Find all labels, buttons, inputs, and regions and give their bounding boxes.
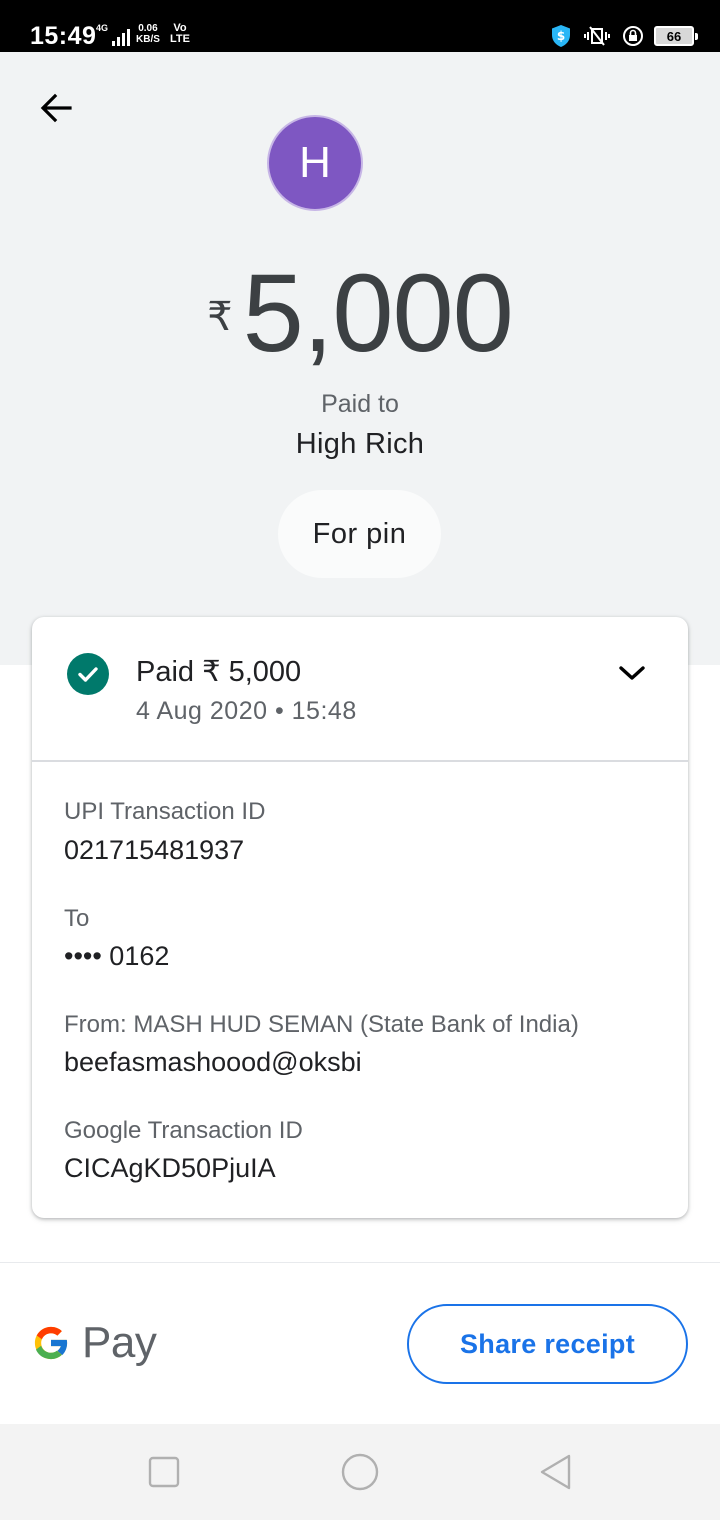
rotation-lock-icon bbox=[623, 26, 643, 46]
currency-symbol: ₹ bbox=[207, 295, 233, 339]
back-button[interactable] bbox=[28, 80, 84, 136]
shield-icon: $ bbox=[552, 25, 570, 47]
status-time: 15:49 bbox=[30, 22, 97, 50]
transaction-card: Paid ₹ 5,000 4 Aug 2020 • 15:48 UPI Tran… bbox=[32, 617, 688, 1218]
volte-bottom: LTE bbox=[170, 33, 190, 45]
network-speed: 0.06 KB/S bbox=[136, 23, 160, 45]
upi-transaction-id-value: 021715481937 bbox=[64, 835, 245, 865]
upi-transaction-id-label: UPI Transaction ID bbox=[64, 798, 266, 825]
google-transaction-id-value: CICAgKD50PjuIA bbox=[64, 1153, 276, 1183]
chevron-down-icon[interactable] bbox=[612, 655, 652, 691]
volte-indicator: Vo LTE bbox=[170, 23, 190, 45]
from-label: From: MASH HUD SEMAN (State Bank of Indi… bbox=[64, 1011, 579, 1038]
gpay-brand-text: Pay bbox=[82, 1318, 157, 1367]
signal-bars-icon bbox=[112, 28, 131, 46]
avatar: H bbox=[267, 115, 363, 211]
signal-indicator: 4G bbox=[96, 23, 131, 46]
status-bar: 15:49 4G 0.06 KB/S Vo LTE $ 66 bbox=[0, 0, 720, 52]
to-label: To bbox=[64, 905, 90, 932]
paid-datetime: 4 Aug 2020 • 15:48 bbox=[136, 697, 357, 725]
triangle-back-icon[interactable] bbox=[536, 1452, 576, 1492]
gpay-logo: Pay bbox=[30, 1315, 157, 1371]
payment-note: For pin bbox=[278, 490, 441, 578]
network-speed-unit: KB/S bbox=[136, 34, 160, 45]
google-g-icon bbox=[34, 1326, 69, 1360]
battery-icon: 66 bbox=[654, 26, 698, 46]
network-speed-value: 0.06 bbox=[138, 23, 158, 34]
system-nav-bar bbox=[0, 1424, 720, 1520]
paid-status: Paid ₹ 5,000 bbox=[136, 656, 302, 688]
transaction-header[interactable]: Paid ₹ 5,000 4 Aug 2020 • 15:48 bbox=[32, 617, 688, 761]
to-account-value: •••• 0162 bbox=[64, 941, 170, 971]
from-upi-id-value: beefasmashoood@oksbi bbox=[64, 1047, 362, 1077]
payment-amount: ₹ 5,000 bbox=[0, 258, 720, 370]
vibrate-icon bbox=[584, 26, 610, 46]
square-icon[interactable] bbox=[144, 1452, 184, 1492]
google-transaction-id-label: Google Transaction ID bbox=[64, 1117, 303, 1144]
svg-text:$: $ bbox=[557, 29, 565, 43]
card-divider bbox=[32, 760, 688, 762]
amount-value: 5,000 bbox=[242, 252, 514, 375]
paid-to-label: Paid to bbox=[321, 390, 399, 418]
network-type: 4G bbox=[96, 23, 109, 33]
circle-icon[interactable] bbox=[340, 1452, 380, 1492]
arrow-back-icon bbox=[40, 93, 72, 123]
check-circle-icon bbox=[67, 653, 109, 695]
status-icons: $ 66 bbox=[550, 24, 698, 48]
share-receipt-button[interactable]: Share receipt bbox=[407, 1304, 688, 1384]
footer-divider bbox=[0, 1262, 720, 1263]
payee-name: High Rich bbox=[295, 428, 425, 460]
